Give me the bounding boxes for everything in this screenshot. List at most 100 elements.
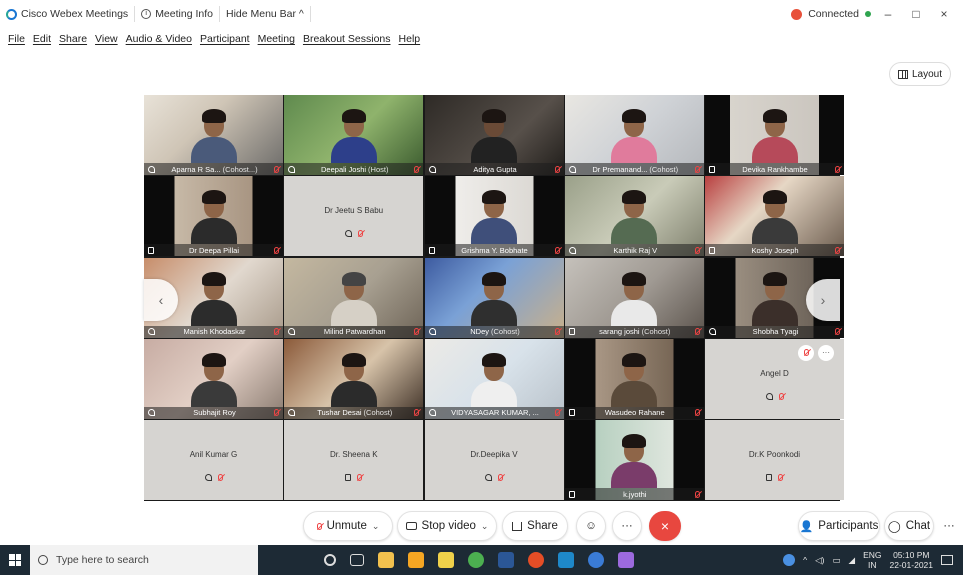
participant-tile[interactable]: Devika Rankhambe [705, 95, 844, 175]
participant-label: Dr Premanand... (Cohost) [564, 163, 704, 175]
participant-tile[interactable]: sarang joshi (Cohost) [564, 257, 704, 338]
participants-button[interactable]: 👤 Participants [798, 511, 880, 541]
participant-tile[interactable]: Aparna R Sa... (Cohost...) [144, 95, 283, 175]
paint-icon[interactable] [618, 552, 634, 568]
share-button[interactable]: Share [502, 511, 568, 541]
participant-label: NDey (Cohost) [424, 325, 564, 338]
language-indicator[interactable]: ENG IN [863, 550, 881, 570]
file-explorer-icon[interactable] [378, 552, 394, 568]
muted-mic-button[interactable] [798, 344, 814, 361]
chevron-up-icon[interactable]: ^ [803, 555, 807, 565]
chat-label: Chat [905, 520, 931, 532]
layout-button[interactable]: Layout [888, 62, 951, 86]
task-view-icon[interactable] [350, 554, 364, 566]
participant-tile[interactable]: Dr Deepa Pillai [144, 176, 283, 257]
participant-name: Dr Jeetu S Babu [324, 206, 384, 216]
menu-breakout-sessions[interactable]: Breakout Sessions [303, 33, 391, 45]
taskbar-search[interactable]: Type here to search [30, 545, 258, 575]
muted-mic-icon [414, 409, 420, 417]
participant-tile[interactable]: Karthik Raj V [564, 176, 704, 257]
chat-button[interactable]: ◯ Chat [884, 511, 934, 541]
participant-tile[interactable]: Dr.K Poonkodi [705, 420, 844, 500]
participant-name: Subhajit Roy [193, 408, 236, 418]
muted-mic-icon [274, 409, 279, 417]
hide-menu-bar-button[interactable]: Hide Menu Bar ^ [220, 6, 311, 22]
muted-mic-icon [803, 349, 809, 357]
start-button[interactable] [0, 545, 30, 575]
participant-video [471, 107, 517, 163]
clock[interactable]: 05:10 PM 22-01-2021 [890, 550, 933, 570]
leave-meeting-button[interactable]: × [649, 511, 681, 541]
minimize-button[interactable]: – [877, 7, 899, 21]
participant-tile[interactable]: k.jyothi [564, 420, 704, 500]
audio-icon [485, 474, 492, 481]
powerpoint-icon[interactable] [558, 552, 574, 568]
muted-mic-icon [778, 474, 783, 481]
menu-file[interactable]: File [8, 33, 25, 45]
participant-video [611, 270, 658, 326]
participant-name: Tushar Desai [317, 408, 362, 418]
menu-share[interactable]: Share [59, 33, 87, 45]
wifi-icon[interactable]: ◢ [849, 555, 856, 566]
participant-label: VIDYASAGAR KUMAR, ... [424, 406, 564, 419]
participant-tile[interactable]: VIDYASAGAR KUMAR, ... [424, 338, 564, 419]
camera-icon [405, 522, 417, 530]
chevron-down-icon[interactable]: ⌄ [481, 521, 489, 532]
stop-video-label: Stop video [421, 520, 476, 532]
chrome-badge-icon[interactable] [468, 552, 484, 568]
menu-help[interactable]: Help [399, 33, 421, 45]
participant-name: Anil Kumar G [189, 450, 238, 459]
participant-tile[interactable]: Milind Patwardhan [284, 257, 424, 338]
participant-status [705, 474, 844, 481]
help-icon[interactable] [783, 554, 796, 566]
next-page-button[interactable]: › [806, 279, 840, 321]
word-icon[interactable] [498, 552, 514, 568]
connection-status[interactable]: Connected [808, 8, 859, 20]
participant-tile[interactable]: Dr Jeetu S Babu [284, 176, 424, 257]
store-icon[interactable] [438, 552, 454, 568]
close-window-button[interactable]: × [933, 7, 955, 21]
participant-tile[interactable]: Tushar Desai (Cohost) [284, 338, 424, 419]
participant-name: Karthik Raj V [613, 245, 658, 255]
participant-name: Aparna R Sa... [171, 164, 221, 174]
maximize-button[interactable]: □ [905, 7, 927, 21]
participant-tile[interactable]: Grishma Y. Bobhate [424, 176, 564, 257]
participant-tile[interactable]: Koshy Joseph [705, 176, 844, 257]
menu-meeting[interactable]: Meeting [258, 33, 295, 45]
webex-taskbar-icon[interactable] [588, 552, 604, 568]
reactions-button[interactable]: ☺ [576, 511, 606, 541]
notifications-icon[interactable] [941, 555, 953, 565]
participant-tile[interactable]: NDey (Cohost) [424, 257, 564, 338]
meeting-info-button[interactable]: i Meeting Info [135, 6, 220, 22]
participant-tile[interactable]: Aditya Gupta [424, 95, 564, 175]
more-options-button[interactable]: ··· [612, 511, 642, 541]
sticky-notes-icon[interactable] [408, 552, 424, 568]
participant-tile[interactable]: Deepali Joshi (Host) [284, 95, 424, 175]
more-panels-button[interactable]: ··· [938, 511, 960, 541]
battery-icon[interactable]: ▭ [833, 555, 841, 566]
participant-video [330, 107, 377, 163]
stop-video-button[interactable]: Stop video ⌄ [397, 511, 497, 541]
cortana-icon[interactable] [324, 554, 336, 566]
participant-tile[interactable]: Dr. Sheena K [284, 420, 424, 500]
participant-tile[interactable]: Dr.Deepika V [424, 420, 564, 500]
muted-mic-icon [357, 474, 363, 481]
menu-participant[interactable]: Participant [200, 33, 250, 45]
participant-tile[interactable]: Wasudeo Rahane [564, 338, 704, 419]
audio-icon [148, 328, 155, 335]
menu-edit[interactable]: Edit [33, 33, 51, 45]
participant-status [284, 474, 423, 481]
menu-view[interactable]: View [95, 33, 118, 45]
chevron-down-icon[interactable]: ⌄ [372, 521, 380, 532]
participant-video [190, 351, 237, 407]
participant-tile[interactable]: Subhajit Roy [144, 338, 283, 419]
unmute-button[interactable]: Unmute ⌄ [303, 511, 393, 541]
participant-tile[interactable]: Dr Premanand... (Cohost) [564, 95, 704, 175]
participant-tile[interactable]: ··· Angel D [705, 338, 844, 419]
audio-icon [428, 165, 436, 173]
menu-audio-video[interactable]: Audio & Video [126, 33, 192, 45]
chrome-icon[interactable] [528, 552, 544, 568]
volume-icon[interactable]: ◁) [815, 555, 824, 566]
more-options-button[interactable]: ··· [818, 344, 834, 361]
participant-tile[interactable]: Anil Kumar G [144, 420, 283, 500]
